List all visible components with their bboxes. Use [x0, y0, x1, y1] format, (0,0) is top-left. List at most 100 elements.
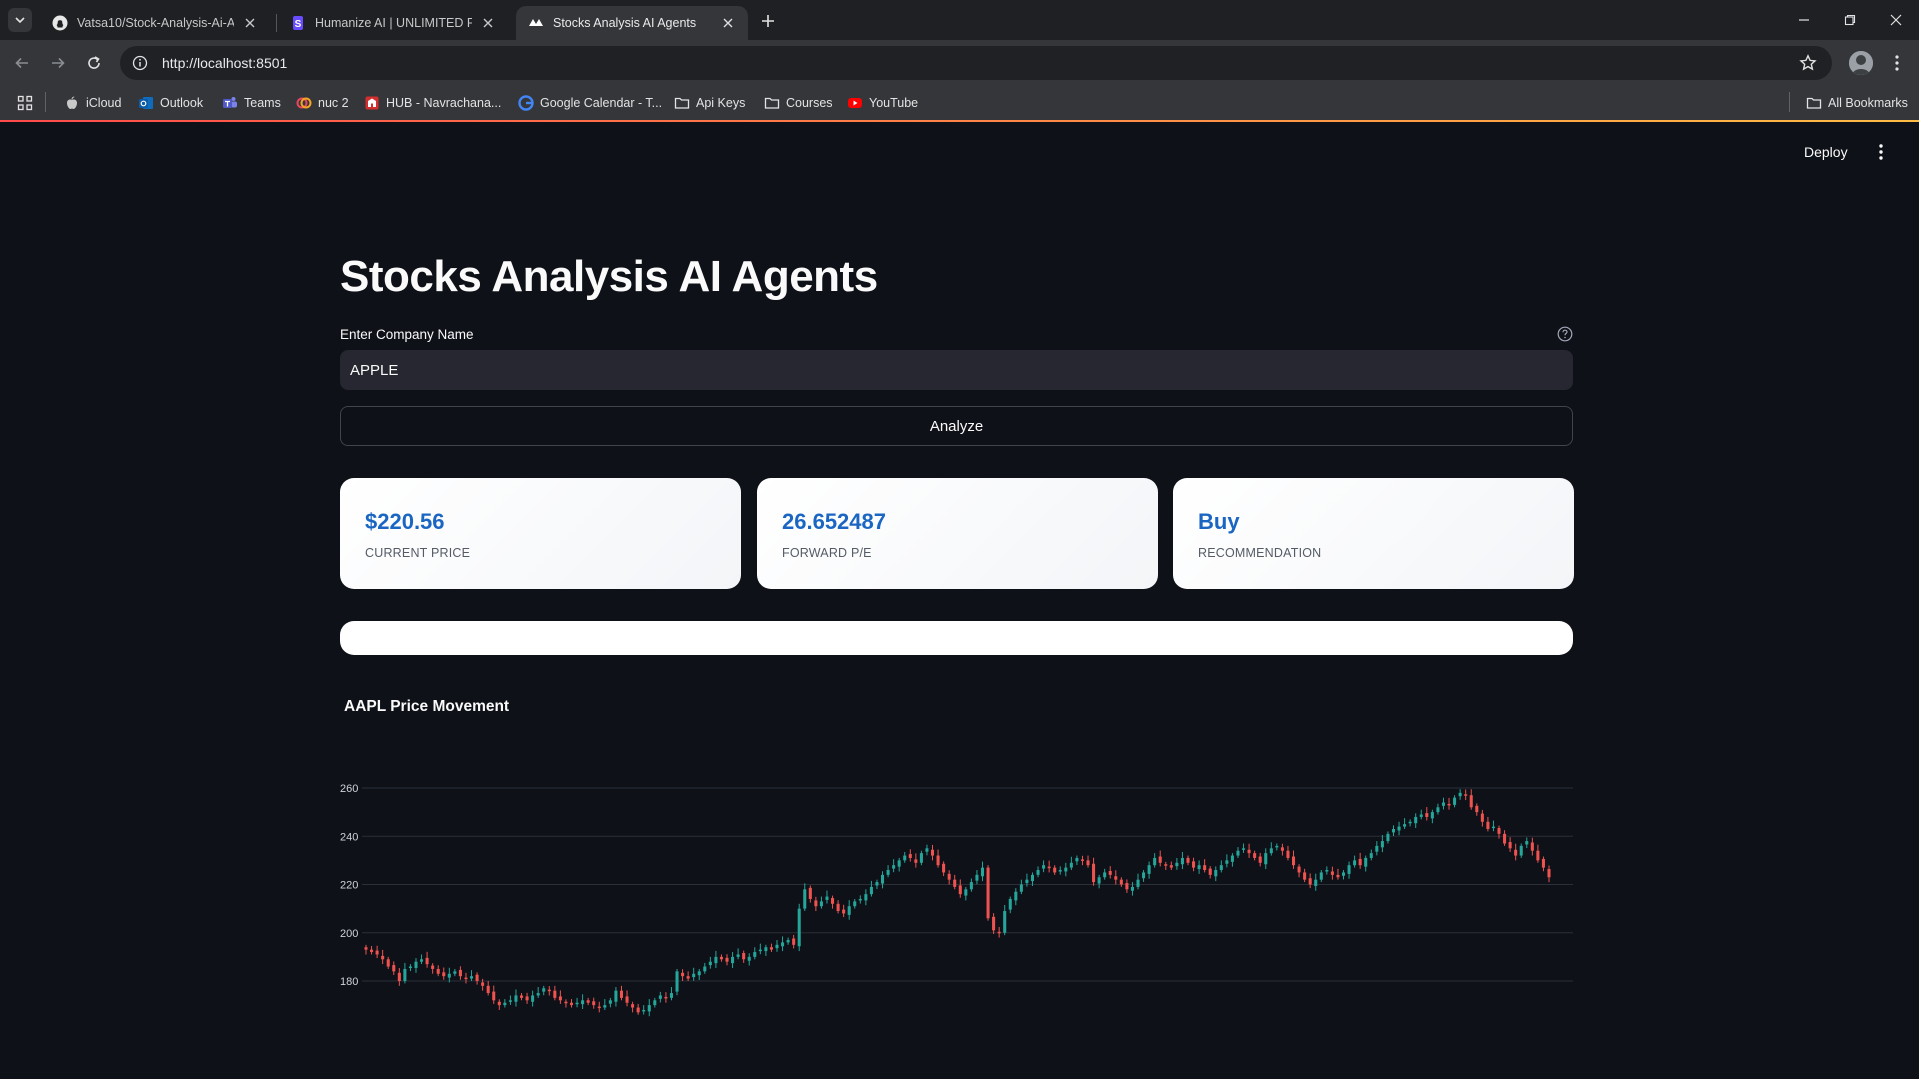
candle[interactable]: [747, 953, 751, 966]
analyze-button[interactable]: Analyze: [340, 406, 1573, 446]
bookmark-api-keys[interactable]: Api Keys: [674, 92, 745, 114]
candle[interactable]: [386, 956, 390, 969]
candle[interactable]: [1530, 837, 1534, 856]
candle[interactable]: [980, 861, 985, 882]
candle[interactable]: [697, 968, 701, 981]
candle[interactable]: [992, 913, 996, 934]
tab-humanize[interactable]: S Humanize AI | UNLIMITED Free: [278, 6, 508, 40]
candle[interactable]: [786, 937, 790, 945]
candle[interactable]: [1108, 866, 1112, 879]
candle[interactable]: [919, 850, 923, 866]
candle[interactable]: [731, 952, 735, 968]
candle[interactable]: [1375, 841, 1379, 856]
candle[interactable]: [714, 950, 718, 968]
candle[interactable]: [475, 972, 479, 985]
candle[interactable]: [420, 954, 424, 965]
candle[interactable]: [1364, 855, 1368, 872]
candle[interactable]: [997, 926, 1001, 938]
candle[interactable]: [558, 990, 562, 1004]
forward-button[interactable]: [44, 49, 72, 77]
candle[interactable]: [664, 992, 668, 1003]
minimize-button[interactable]: [1781, 0, 1827, 40]
candle[interactable]: [1047, 860, 1051, 873]
candle[interactable]: [531, 990, 535, 1007]
candle[interactable]: [1164, 861, 1168, 871]
candle[interactable]: [1080, 855, 1084, 866]
deploy-button[interactable]: Deploy: [1804, 144, 1848, 160]
help-circle-icon[interactable]: [1557, 326, 1573, 342]
candle[interactable]: [1386, 831, 1390, 844]
candle[interactable]: [647, 999, 651, 1017]
candle[interactable]: [1008, 896, 1012, 914]
candle[interactable]: [536, 987, 540, 998]
restore-button[interactable]: [1827, 0, 1873, 40]
candle[interactable]: [1464, 789, 1468, 801]
candle[interactable]: [975, 870, 979, 885]
candle[interactable]: [969, 878, 973, 892]
candle[interactable]: [631, 1001, 635, 1013]
tab-search-button[interactable]: [8, 8, 32, 32]
candle[interactable]: [597, 1001, 601, 1013]
candle[interactable]: [1214, 866, 1218, 882]
candle[interactable]: [842, 904, 846, 918]
candle[interactable]: [892, 859, 896, 873]
candle[interactable]: [819, 896, 823, 909]
candle[interactable]: [375, 945, 379, 959]
candle[interactable]: [1458, 789, 1462, 800]
candle[interactable]: [1203, 859, 1207, 873]
candle[interactable]: [719, 954, 723, 962]
candle[interactable]: [519, 993, 524, 1001]
candle[interactable]: [742, 950, 746, 963]
candle[interactable]: [853, 898, 857, 909]
candle[interactable]: [1192, 857, 1196, 872]
candle[interactable]: [469, 970, 474, 981]
candle[interactable]: [681, 969, 685, 981]
candle[interactable]: [1541, 856, 1545, 872]
candle[interactable]: [1142, 870, 1146, 882]
candle[interactable]: [675, 968, 679, 996]
candle[interactable]: [1319, 870, 1323, 883]
candle[interactable]: [1514, 843, 1518, 861]
candle[interactable]: [769, 943, 773, 953]
candle[interactable]: [869, 880, 873, 897]
candle[interactable]: [608, 997, 612, 1008]
candle[interactable]: [431, 963, 435, 974]
candle[interactable]: [1242, 843, 1246, 853]
candle[interactable]: [1536, 844, 1540, 863]
candle[interactable]: [614, 987, 618, 1007]
candle[interactable]: [1119, 877, 1123, 887]
candle[interactable]: [553, 985, 557, 1001]
candle[interactable]: [703, 962, 707, 974]
bookmark-icloud[interactable]: iCloud: [64, 92, 121, 114]
candle[interactable]: [492, 985, 496, 1004]
candle[interactable]: [1358, 852, 1362, 869]
candle[interactable]: [1425, 807, 1429, 821]
candle[interactable]: [542, 985, 546, 996]
close-icon[interactable]: [720, 15, 736, 31]
candle[interactable]: [1380, 835, 1384, 853]
candle[interactable]: [1197, 860, 1201, 874]
candle[interactable]: [1291, 850, 1296, 869]
candle[interactable]: [1208, 866, 1212, 879]
candle[interactable]: [586, 997, 590, 1006]
candle[interactable]: [858, 895, 862, 904]
candle[interactable]: [1092, 857, 1096, 886]
candle[interactable]: [1519, 843, 1523, 858]
candle[interactable]: [1153, 853, 1157, 868]
bookmark-courses[interactable]: Courses: [764, 92, 833, 114]
candle[interactable]: [847, 900, 851, 920]
candle[interactable]: [958, 879, 962, 898]
candle[interactable]: [1347, 861, 1351, 879]
candle[interactable]: [836, 900, 840, 914]
browser-menu-button[interactable]: [1885, 51, 1909, 75]
profile-avatar[interactable]: [1849, 51, 1873, 75]
candle[interactable]: [1297, 864, 1301, 878]
candle[interactable]: [414, 958, 418, 973]
candle[interactable]: [1258, 852, 1262, 867]
bookmark-teams[interactable]: Teams: [222, 92, 281, 114]
tab-streamlit-app[interactable]: Stocks Analysis AI Agents: [516, 6, 748, 40]
candle[interactable]: [1014, 888, 1018, 906]
candle[interactable]: [1436, 803, 1440, 815]
candle[interactable]: [908, 849, 912, 862]
candle[interactable]: [1508, 837, 1512, 852]
